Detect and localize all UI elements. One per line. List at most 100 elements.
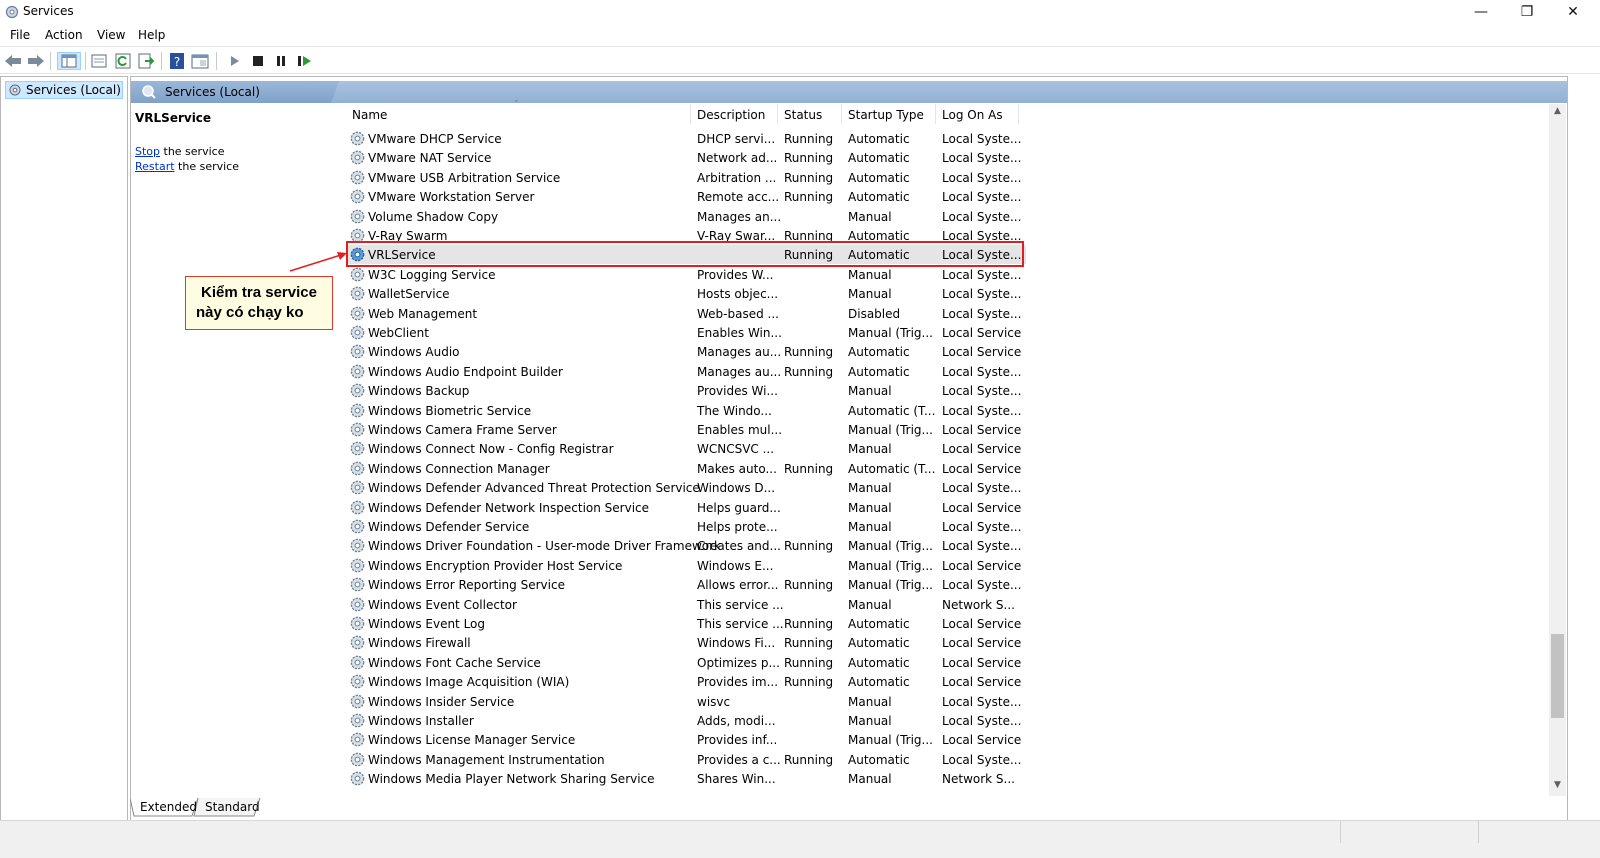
table-row[interactable]: Windows Driver Foundation - User-mode Dr…	[346, 536, 1026, 555]
tree-item-services-local[interactable]: Services (Local)	[5, 81, 123, 99]
cell-status: Running	[784, 461, 834, 476]
table-row[interactable]: Windows Defender Service Helps prote... Ma…	[346, 517, 1026, 536]
table-row[interactable]: Windows Error Reporting Service Allows er…	[346, 575, 1026, 594]
table-row[interactable]: Windows Management Instrumentation Provid…	[346, 750, 1026, 769]
cell-logon: Local Service	[942, 500, 1022, 515]
table-row[interactable]: Windows Installer Adds, modi... Manual Loca…	[346, 711, 1026, 730]
cell-description: Manages au...	[697, 345, 782, 360]
table-row[interactable]: Windows Backup Provides Wi... Manual Local …	[346, 381, 1026, 400]
close-button[interactable]: ✕	[1550, 0, 1596, 24]
table-row[interactable]: Windows Camera Frame Server Enables mul..…	[346, 420, 1026, 439]
show-hide-console-tree-icon[interactable]	[57, 52, 81, 70]
table-row[interactable]: WalletService Hosts objec... Manual Local S…	[346, 284, 1026, 303]
cell-logon: Local Service	[942, 655, 1022, 670]
service-gear-icon	[350, 286, 365, 301]
table-row[interactable]: Windows Firewall Windows Fi... Running Auto…	[346, 633, 1026, 652]
restore-button[interactable]: ❐	[1504, 0, 1550, 24]
cell-logon: Local Service	[942, 345, 1022, 360]
minimize-button[interactable]: —	[1458, 0, 1504, 24]
table-row[interactable]: Windows Audio Endpoint Builder Manages au…	[346, 362, 1026, 381]
cell-name: WalletService	[368, 287, 450, 302]
title-bar: Services — ❐ ✕	[0, 0, 1600, 24]
help-icon[interactable]: ?	[168, 52, 186, 70]
services-table: ˄ Name Description Status Startup Type L…	[346, 96, 1550, 796]
cell-name: Windows Defender Network Inspection Serv…	[368, 500, 650, 515]
console-view-icon[interactable]	[191, 52, 209, 70]
table-row[interactable]: VMware DHCP Service DHCP servi... Running A…	[346, 129, 1026, 148]
scroll-up-icon[interactable]: ▲	[1551, 106, 1564, 120]
table-row[interactable]: Windows Event Collector This service ... M…	[346, 595, 1026, 614]
back-arrow-icon[interactable]	[4, 52, 22, 70]
column-header-description[interactable]: Description	[697, 108, 765, 122]
cell-name: Windows Connect Now - Config Registrar	[368, 442, 614, 457]
toolbar: ?	[0, 46, 1600, 74]
refresh-icon[interactable]	[114, 52, 132, 70]
cell-startup: Manual	[848, 597, 892, 612]
table-row[interactable]: Windows Audio Manages au... Running Automat…	[346, 342, 1026, 361]
table-row[interactable]: Windows Event Log This service ... Running…	[346, 614, 1026, 633]
table-row[interactable]: Windows Image Acquisition (WIA) Provides …	[346, 672, 1026, 691]
column-header-startup-type[interactable]: Startup Type	[848, 108, 924, 122]
export-list-icon[interactable]	[137, 52, 155, 70]
table-row[interactable]: Volume Shadow Copy Manages an... Manual Loc…	[346, 207, 1026, 226]
services-app-icon	[5, 5, 19, 19]
table-row[interactable]: Windows Encryption Provider Host Service…	[346, 556, 1026, 575]
pause-service-icon[interactable]	[272, 52, 290, 70]
tab-extended[interactable]: Extended	[132, 798, 205, 818]
menu-file[interactable]: File	[10, 28, 30, 42]
cell-logon: Local Syste...	[942, 209, 1022, 224]
table-row[interactable]: Windows Connection Manager Makes auto... R…	[346, 459, 1026, 478]
cell-description: Provides Wi...	[697, 384, 778, 399]
scrollbar-thumb[interactable]	[1551, 634, 1564, 718]
vertical-scrollbar[interactable]: ▲ ▼	[1549, 104, 1566, 796]
stop-service-icon[interactable]	[249, 52, 267, 70]
window-title: Services	[23, 4, 74, 18]
cell-startup: Manual	[848, 500, 892, 515]
table-row[interactable]: Windows Defender Network Inspection Serv…	[346, 498, 1026, 517]
table-row[interactable]: Web Management Web-based ... Disabled Local…	[346, 304, 1026, 323]
menu-help[interactable]: Help	[138, 28, 165, 42]
table-row[interactable]: VMware USB Arbitration Service Arbitratio…	[346, 168, 1026, 187]
table-row[interactable]: Windows Biometric Service The Windo... Aut…	[346, 401, 1026, 420]
stop-service-link[interactable]: Stop	[135, 145, 160, 158]
toolbar-separator	[216, 52, 217, 70]
column-header-log-on-as[interactable]: Log On As	[942, 108, 1003, 122]
cell-description: Provides im...	[697, 675, 779, 690]
menu-view[interactable]: View	[97, 28, 125, 42]
pane-title: Services (Local)	[165, 85, 260, 99]
forward-arrow-icon[interactable]	[27, 52, 45, 70]
cell-description: Windows Fi...	[697, 636, 776, 651]
column-header-status[interactable]: Status	[784, 108, 822, 122]
cell-startup: Manual (Trig...	[848, 578, 933, 593]
table-row[interactable]: WebClient Enables Win... Manual (Trig... Lo…	[346, 323, 1026, 342]
cell-status: Running	[784, 675, 834, 690]
column-header-name[interactable]: Name	[352, 108, 387, 122]
selected-service-name: VRLService	[135, 111, 212, 125]
menu-action[interactable]: Action	[45, 28, 83, 42]
cell-name: Windows Event Log	[368, 617, 486, 631]
menu-bar: File Action View Help	[0, 24, 1600, 46]
table-row[interactable]: Windows Media Player Network Sharing Ser…	[346, 769, 1026, 788]
cell-startup: Manual	[848, 520, 892, 534]
table-row[interactable]: Windows Insider Service wisvc Manual Local …	[346, 692, 1026, 711]
start-service-icon[interactable]	[226, 52, 244, 70]
restart-service-icon[interactable]	[296, 52, 314, 70]
properties-icon[interactable]	[90, 52, 108, 70]
table-row[interactable]: VMware NAT Service Network ad... Running Au…	[346, 148, 1026, 167]
restart-service-link[interactable]: Restart	[135, 160, 175, 173]
scroll-down-icon[interactable]: ▼	[1551, 780, 1564, 794]
cell-startup: Manual	[848, 442, 892, 457]
table-row[interactable]: Windows Defender Advanced Threat Protect…	[346, 478, 1026, 497]
cell-description: Optimizes p...	[697, 655, 780, 670]
table-row[interactable]: W3C Logging Service Provides W... Manual Lo…	[346, 265, 1026, 284]
cell-description: Windows D...	[697, 481, 776, 496]
table-row[interactable]: VMware Workstation Server Remote acc... Ru…	[346, 187, 1026, 206]
table-row[interactable]: Windows Font Cache Service Optimizes p...…	[346, 653, 1026, 672]
table-row[interactable]: Windows Connect Now - Config Registrar WC…	[346, 439, 1026, 458]
cell-logon: Local Syste...	[942, 694, 1022, 709]
cell-name: Windows Font Cache Service	[368, 655, 541, 670]
table-row[interactable]: Windows License Manager Service Provides …	[346, 730, 1026, 749]
cell-status: Running	[784, 655, 834, 670]
service-gear-icon	[350, 422, 365, 437]
tab-standard[interactable]: Standard	[197, 798, 268, 818]
